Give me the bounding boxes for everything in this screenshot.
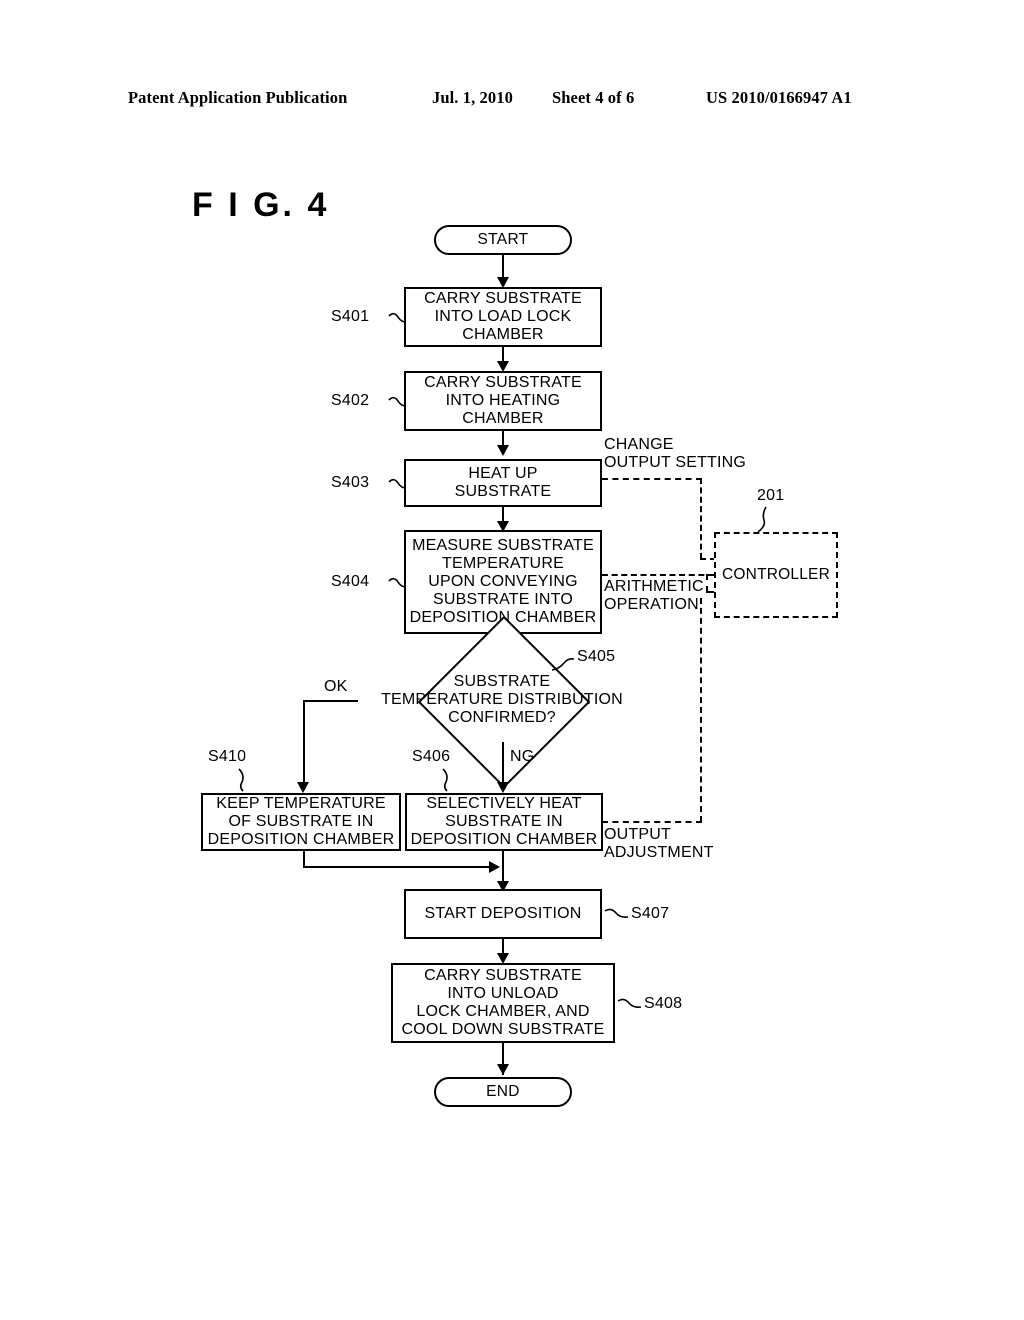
s401-text: CARRY SUBSTRATE INTO LOAD LOCK CHAMBER xyxy=(424,290,582,343)
leader-s404 xyxy=(388,577,407,588)
leader-s407 xyxy=(604,908,629,918)
leader-s401 xyxy=(388,312,407,323)
publication-date: Jul. 1, 2010 xyxy=(432,88,513,107)
flow-node-s402: CARRY SUBSTRATE INTO HEATING CHAMBER xyxy=(404,371,602,431)
s407-text: START DEPOSITION xyxy=(424,905,582,922)
controller-box: CONTROLLER xyxy=(714,532,838,618)
leader-s406 xyxy=(442,768,448,792)
leader-s410 xyxy=(238,768,244,792)
arrowhead-ng-to-s406 xyxy=(497,782,509,793)
connector-ok-vertical xyxy=(303,700,305,790)
figure-title: F I G. 4 xyxy=(192,186,330,224)
step-id-s403: S403 xyxy=(331,474,370,491)
flow-node-s408: CARRY SUBSTRATE INTO UNLOAD LOCK CHAMBER… xyxy=(391,963,615,1043)
patent-page-header: Patent Application Publication Jul. 1, 2… xyxy=(0,88,1024,112)
step-id-s407: S407 xyxy=(631,905,670,922)
step-id-s402: S402 xyxy=(331,392,370,409)
arrowhead-s408-to-end xyxy=(497,1064,509,1075)
flow-node-s406: SELECTIVELY HEAT SUBSTRATE IN DEPOSITION… xyxy=(405,793,603,851)
connector-ok-horizontal xyxy=(303,700,358,702)
signal-label-output-adjustment: OUTPUT ADJUSTMENT xyxy=(604,826,714,861)
dashed-output-adjustment-vertical xyxy=(700,598,702,822)
leader-s402 xyxy=(388,396,407,407)
arrowhead-s410-merge xyxy=(489,861,500,873)
connector-s410-merge-vertical xyxy=(303,851,305,867)
dashed-change-output-vertical xyxy=(700,478,702,559)
flow-node-s401: CARRY SUBSTRATE INTO LOAD LOCK CHAMBER xyxy=(404,287,602,347)
dashed-output-adjustment-horizontal xyxy=(602,821,702,823)
s405-decision-label: SUBSTRATE TEMPERATURE DISTRIBUTION CONFI… xyxy=(358,671,646,729)
leader-controller-201 xyxy=(757,506,767,533)
flow-node-s403: HEAT UP SUBSTRATE xyxy=(404,459,602,507)
leader-s408 xyxy=(617,998,642,1008)
publication-label: Patent Application Publication xyxy=(128,88,348,107)
s406-text: SELECTIVELY HEAT SUBSTRATE IN DEPOSITION… xyxy=(410,795,598,848)
step-id-s401: S401 xyxy=(331,308,370,325)
s405-text: SUBSTRATE TEMPERATURE DISTRIBUTION CONFI… xyxy=(381,673,623,726)
step-id-s410: S410 xyxy=(208,748,247,765)
s403-text: HEAT UP SUBSTRATE xyxy=(454,465,552,500)
step-id-s406: S406 xyxy=(412,748,451,765)
flow-node-s407: START DEPOSITION xyxy=(404,889,602,939)
start-label: START xyxy=(477,231,529,248)
controller-label: CONTROLLER xyxy=(722,566,830,583)
signal-label-arithmetic-operation: ARITHMETIC OPERATION xyxy=(604,578,704,613)
dashed-change-output-horizontal xyxy=(602,478,702,480)
step-id-s405: S405 xyxy=(577,648,616,665)
signal-label-change-output-setting: CHANGE OUTPUT SETTING xyxy=(604,436,747,471)
step-id-s408: S408 xyxy=(644,995,683,1012)
arrowhead-s402-to-s403 xyxy=(497,445,509,456)
end-label: END xyxy=(486,1083,520,1100)
patent-number: US 2010/0166947 A1 xyxy=(706,88,852,107)
flow-node-start: START xyxy=(434,225,572,255)
branch-label-ok: OK xyxy=(324,678,348,695)
s402-text: CARRY SUBSTRATE INTO HEATING CHAMBER xyxy=(424,374,582,427)
connector-s410-merge-horizontal xyxy=(303,866,493,868)
branch-label-ng: NG xyxy=(510,748,535,765)
sheet-number: Sheet 4 of 6 xyxy=(552,88,635,107)
leader-s403 xyxy=(388,478,407,489)
arrowhead-ok-to-s410 xyxy=(297,782,309,793)
dashed-arithmetic-vertical-stub xyxy=(706,574,708,592)
step-id-s404: S404 xyxy=(331,573,370,590)
s408-text: CARRY SUBSTRATE INTO UNLOAD LOCK CHAMBER… xyxy=(401,967,605,1038)
s410-text: KEEP TEMPERATURE OF SUBSTRATE IN DEPOSIT… xyxy=(207,795,395,848)
leader-s405 xyxy=(551,658,575,671)
reference-numeral-201: 201 xyxy=(757,487,785,504)
flow-node-s410: KEEP TEMPERATURE OF SUBSTRATE IN DEPOSIT… xyxy=(201,793,401,851)
s404-text: MEASURE SUBSTRATE TEMPERATURE UPON CONVE… xyxy=(409,537,597,626)
flow-node-end: END xyxy=(434,1077,572,1107)
dashed-arithmetic-horizontal xyxy=(602,574,714,576)
